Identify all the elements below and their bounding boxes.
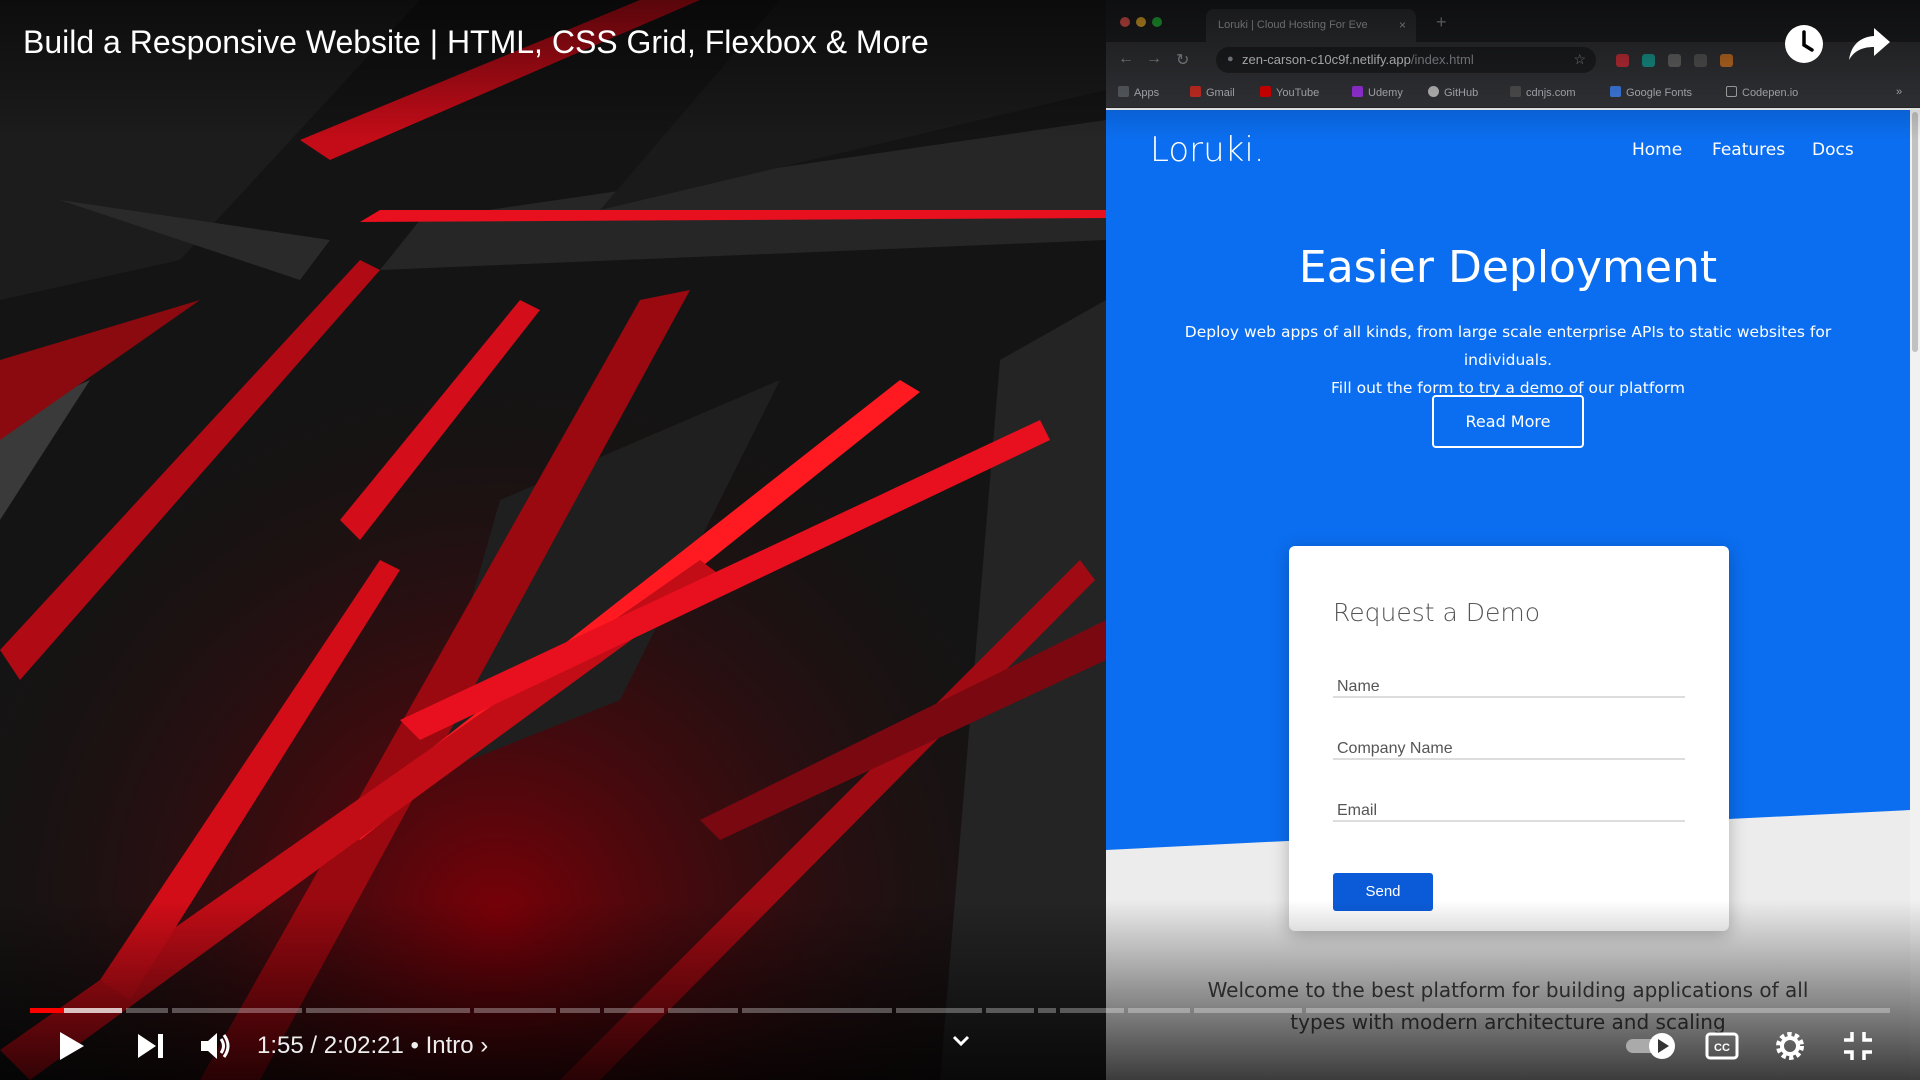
hero-text: Deploy web apps of all kinds, from large…	[1146, 318, 1870, 402]
email-field[interactable]: Email	[1333, 788, 1685, 822]
bookmark-github[interactable]: GitHub	[1428, 86, 1478, 99]
chapter-segment[interactable]	[1306, 1008, 1890, 1013]
url-host: zen-carson-c10c9f.netlify.app	[1242, 52, 1411, 67]
chapter-segment[interactable]	[1038, 1008, 1056, 1013]
back-arrow-icon[interactable]: ←	[1118, 50, 1134, 68]
watch-later-icon[interactable]	[1782, 22, 1826, 66]
chapter-segment[interactable]	[1128, 1008, 1190, 1013]
chapter-segment[interactable]	[668, 1008, 738, 1013]
bookmarks-bar: Apps Gmail YouTube Udemy GitHub cdnjs.co…	[1106, 78, 1920, 108]
current-time: 1:55	[257, 1032, 304, 1059]
play-icon[interactable]	[56, 1026, 88, 1066]
welcome-text-line: Welcome to the best platform for buildin…	[1207, 978, 1809, 1002]
hero-text-line: Deploy web apps of all kinds, from large…	[1184, 323, 1832, 369]
video-title[interactable]: Build a Responsive Website | HTML, CSS G…	[23, 24, 929, 61]
browser-tab[interactable]: Loruki | Cloud Hosting For Eve ×	[1206, 9, 1416, 42]
nav-docs[interactable]: Docs	[1812, 140, 1854, 160]
svg-text:CC: CC	[1714, 1042, 1730, 1054]
scrollbar-thumb[interactable]	[1912, 112, 1918, 352]
extension-icon[interactable]	[1668, 54, 1681, 67]
company-name-field[interactable]: Company Name	[1333, 726, 1685, 760]
progress-played	[30, 1008, 64, 1013]
request-demo-card: Request a Demo Name Company Name Email S…	[1289, 546, 1729, 931]
browser-tab-title: Loruki | Cloud Hosting For Eve	[1218, 19, 1368, 31]
chapter-segment[interactable]	[474, 1008, 556, 1013]
chapter-separator: •	[410, 1032, 419, 1059]
progress-bar[interactable]	[30, 1008, 1890, 1013]
duration: 2:02:21	[323, 1032, 404, 1059]
lock-icon: ●	[1227, 53, 1234, 65]
chapter-segment[interactable]	[604, 1008, 664, 1013]
read-more-button[interactable]: Read More	[1432, 395, 1584, 448]
chapter-segment[interactable]	[1194, 1008, 1302, 1013]
captions-icon[interactable]: CC	[1704, 1026, 1740, 1066]
name-field[interactable]: Name	[1333, 664, 1685, 698]
chapter-segment[interactable]	[896, 1008, 982, 1013]
bookmark-apps[interactable]: Apps	[1118, 86, 1159, 99]
bookmark-star-icon[interactable]: ☆	[1573, 51, 1586, 68]
settings-icon[interactable]	[1772, 1026, 1808, 1066]
site-logo[interactable]: Loruki.	[1150, 130, 1265, 170]
close-tab-icon[interactable]: ×	[1399, 18, 1406, 32]
share-icon[interactable]	[1846, 22, 1894, 66]
bookmark-codepen[interactable]: Codepen.io	[1726, 86, 1798, 99]
bookmark-youtube[interactable]: YouTube	[1260, 86, 1319, 99]
close-window-dot[interactable]	[1120, 17, 1130, 27]
web-page: Loruki. Home Features Docs Easier Deploy…	[1106, 110, 1920, 1080]
hero-title: Easier Deployment	[1298, 242, 1718, 293]
progress-buffered	[64, 1008, 122, 1013]
extension-icon[interactable]	[1720, 54, 1733, 67]
page-scrollbar[interactable]	[1910, 110, 1920, 1080]
chapter-segment[interactable]	[126, 1008, 168, 1013]
form-title: Request a Demo	[1333, 598, 1541, 627]
chapter-title[interactable]: Intro	[426, 1032, 474, 1059]
bookmark-cdnjs[interactable]: cdnjs.com	[1510, 86, 1576, 99]
reload-icon[interactable]: ↻	[1176, 50, 1189, 70]
url-path: /index.html	[1410, 52, 1474, 67]
autoplay-toggle-icon[interactable]	[1624, 1026, 1680, 1066]
nav-features[interactable]: Features	[1712, 140, 1785, 160]
chevron-down-icon[interactable]	[946, 1026, 976, 1056]
forward-arrow-icon[interactable]: →	[1146, 50, 1162, 68]
video-frame-artwork	[0, 0, 1106, 1080]
extension-icon[interactable]	[1642, 54, 1655, 67]
chapter-segment[interactable]	[560, 1008, 600, 1013]
browser-window: Loruki | Cloud Hosting For Eve × + ← → ↻…	[1106, 0, 1920, 1080]
chapter-segment[interactable]	[742, 1008, 892, 1013]
chapter-segment[interactable]	[986, 1008, 1034, 1013]
chapter-arrow-icon[interactable]: ›	[480, 1032, 488, 1059]
send-button[interactable]: Send	[1333, 873, 1433, 911]
minimize-window-dot[interactable]	[1136, 17, 1146, 27]
bookmark-gmail[interactable]: Gmail	[1190, 86, 1235, 99]
extension-icon[interactable]	[1694, 54, 1707, 67]
nav-home[interactable]: Home	[1632, 140, 1682, 160]
bookmarks-overflow-icon[interactable]: »	[1896, 86, 1902, 98]
time-display: 1:55 / 2:02:21 • Intro ›	[257, 1032, 489, 1059]
address-bar[interactable]: ● zen-carson-c10c9f.netlify.app/index.ht…	[1216, 47, 1596, 73]
maximize-window-dot[interactable]	[1152, 17, 1162, 27]
chapter-segment[interactable]	[306, 1008, 470, 1013]
volume-icon[interactable]	[198, 1026, 232, 1066]
next-icon[interactable]	[134, 1026, 168, 1066]
chapter-segment[interactable]	[172, 1008, 302, 1013]
chapter-segment[interactable]	[1060, 1008, 1124, 1013]
new-tab-icon[interactable]: +	[1436, 12, 1447, 33]
exit-fullscreen-icon[interactable]	[1840, 1026, 1876, 1066]
bookmark-google-fonts[interactable]: Google Fonts	[1610, 86, 1692, 99]
extension-icon[interactable]	[1616, 54, 1629, 67]
bookmark-udemy[interactable]: Udemy	[1352, 86, 1403, 99]
